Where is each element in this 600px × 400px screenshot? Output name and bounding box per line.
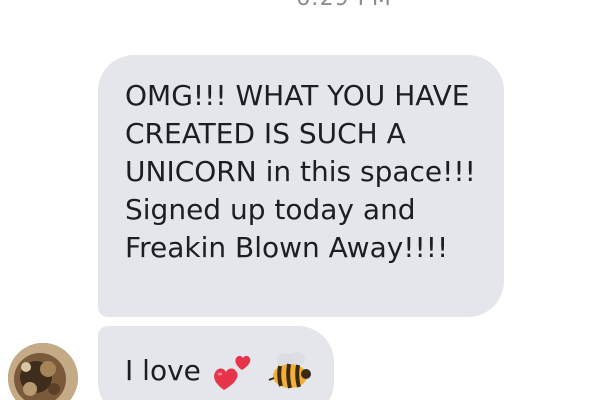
message-text: OMG!!! WHAT YOU HAVE CREATED IS SUCH A U…	[125, 77, 476, 267]
message-line: Freakin Blown Away!!!!	[125, 231, 449, 264]
message-timestamp: 6:29 PM	[0, 0, 600, 11]
message-line: OMG!!! WHAT YOU HAVE	[125, 79, 470, 112]
message-line: CREATED IS SUCH A	[125, 117, 406, 150]
message-bubble[interactable]: OMG!!! WHAT YOU HAVE CREATED IS SUCH A U…	[98, 55, 504, 317]
message-bubble[interactable]: I love	[98, 326, 334, 400]
sender-avatar[interactable]	[8, 343, 78, 400]
message-line: UNICORN in this space!!!	[125, 155, 476, 188]
bee-icon	[268, 352, 311, 389]
message-line: Signed up today and	[125, 193, 416, 226]
timestamp-text: 6:29 PM	[296, 0, 392, 11]
message-text: I love	[125, 354, 201, 387]
two-hearts-icon	[214, 355, 251, 390]
avatar-image	[8, 343, 78, 400]
